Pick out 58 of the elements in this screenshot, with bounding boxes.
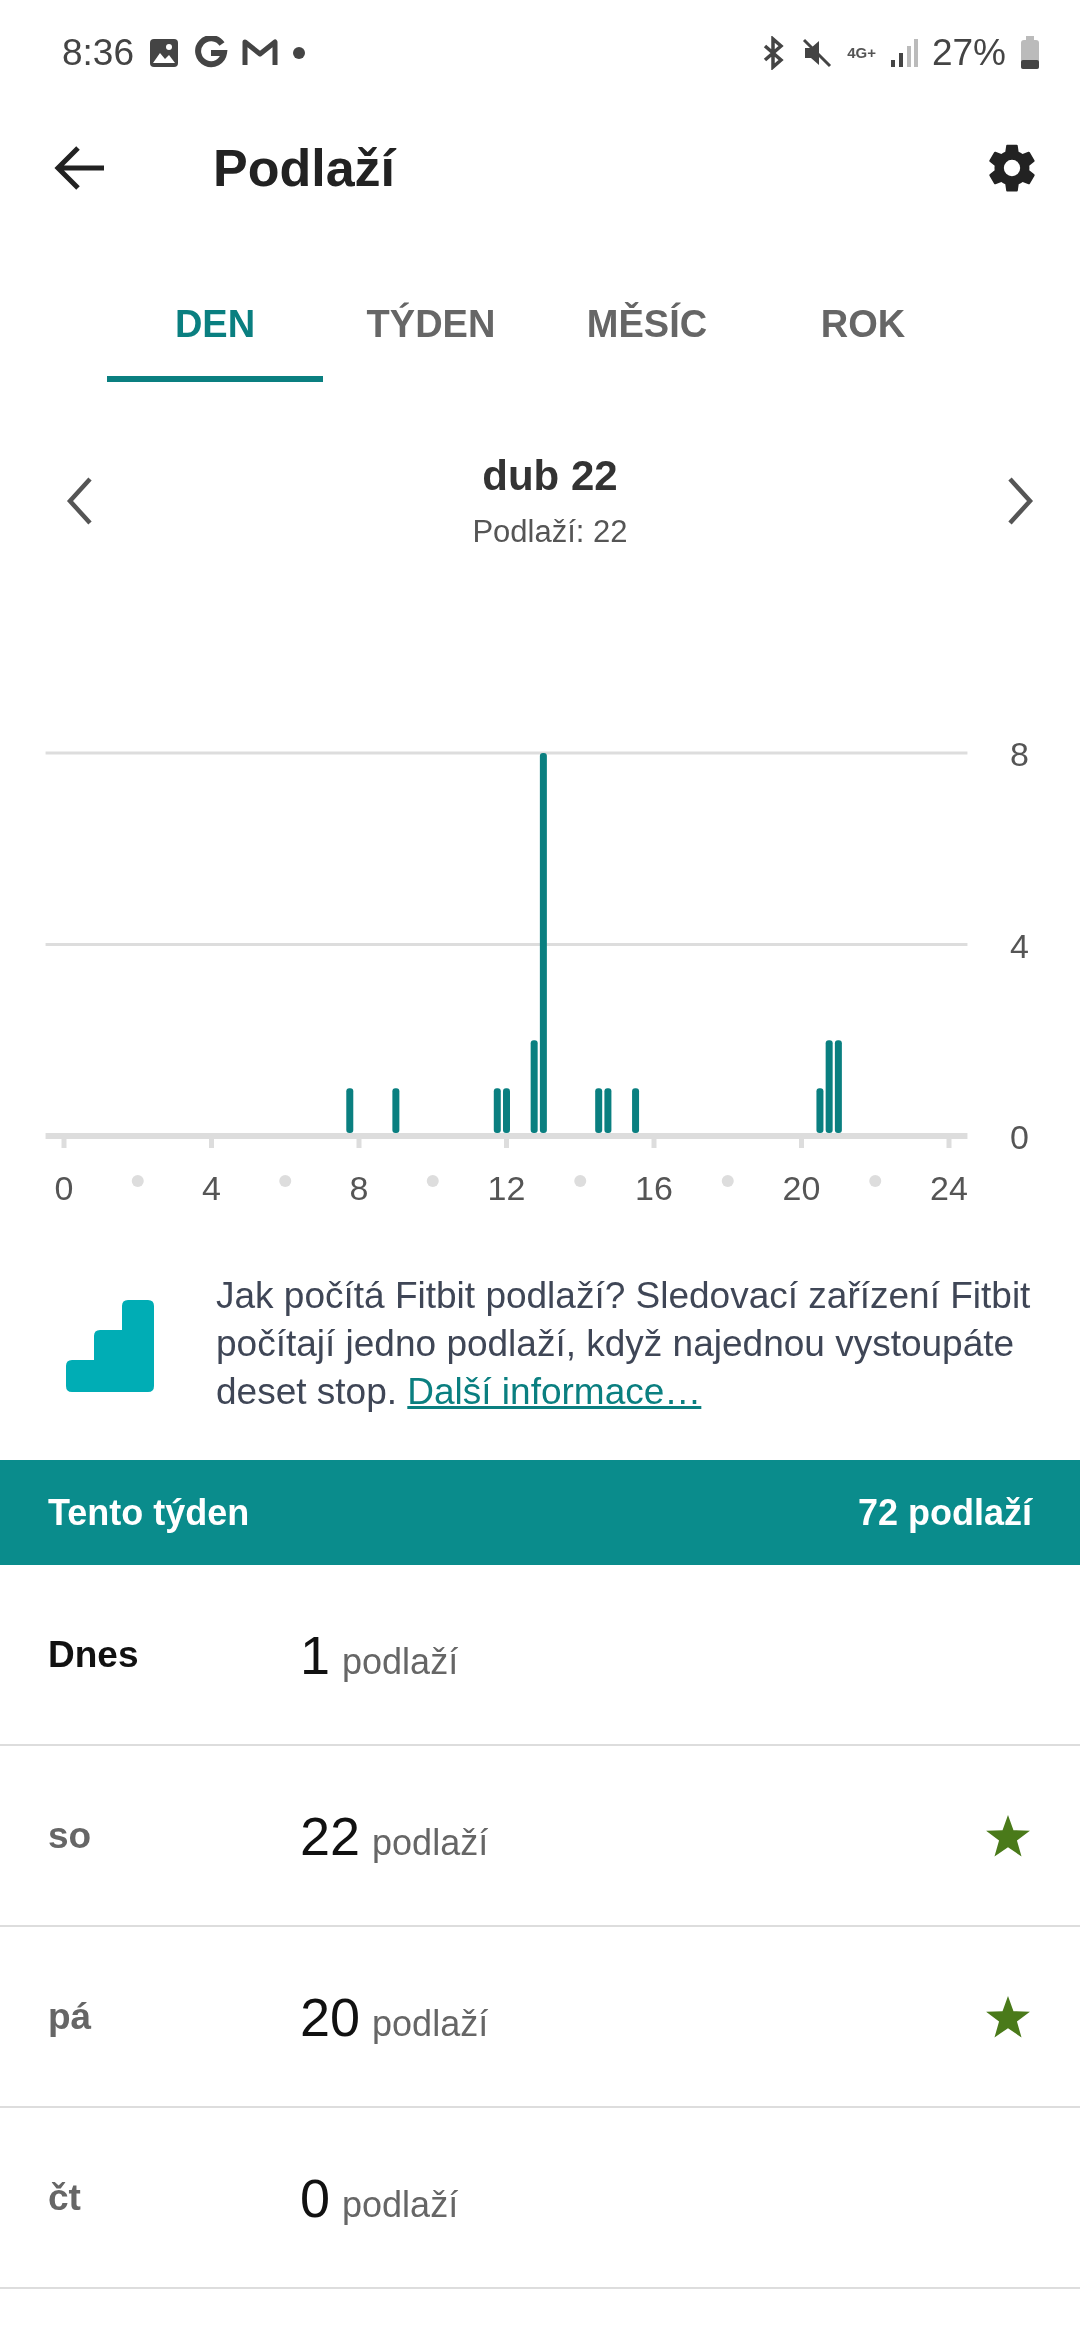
period-tab[interactable]: ROK [755, 272, 971, 382]
signal-icon [889, 37, 918, 68]
day-label: pá [48, 1995, 93, 2038]
chart-bar [392, 1088, 400, 1133]
y-axis-label: 8 [1010, 735, 1029, 773]
chart-bar [632, 1088, 640, 1133]
y-axis-label: 4 [1010, 926, 1029, 965]
selected-date: dub 22 [482, 452, 618, 500]
battery-icon [1020, 35, 1040, 70]
floors-count: 22 [300, 1804, 361, 1867]
floors-unit: podlaží [372, 2002, 489, 2045]
period-tab[interactable]: MĚSÍC [539, 272, 755, 382]
floors-count: 20 [300, 1985, 361, 2048]
tick-dot [574, 1175, 587, 1187]
more-info-link[interactable]: Další informace… [407, 1371, 702, 1412]
tick-dot [721, 1175, 734, 1187]
chart-bar [503, 1088, 510, 1133]
network-label: 4G+ [847, 45, 876, 60]
tick-dot [131, 1175, 144, 1187]
x-axis-label: 16 [635, 1169, 673, 1207]
chart-bar [493, 1088, 501, 1133]
day-row[interactable]: pá 20 podlaží [0, 1927, 1080, 2108]
day-row[interactable]: so 22 podlaží [0, 1746, 1080, 1927]
status-time: 8:36 [62, 31, 134, 74]
day-label: čt [48, 2176, 82, 2219]
tick-dot [279, 1175, 292, 1187]
week-total: 72 podlaží [857, 1491, 1032, 1534]
screen-title: Podlaží [213, 137, 398, 198]
x-axis-label: 12 [487, 1169, 526, 1207]
info-text: Jak počítá Fitbit podlaží? Sledovací zařízení Fitbit počítají jedno podlaží, když najednou vystoupáte deset stop. Další informace… [216, 1274, 1032, 1414]
tick-dot [869, 1175, 882, 1187]
gallery-icon [148, 36, 180, 69]
week-label: Tento týden [48, 1491, 250, 1534]
period-tab[interactable]: DEN [107, 272, 323, 382]
floors-count: 1 [300, 1623, 331, 1686]
chart-bar [346, 1088, 354, 1133]
tick-dot [426, 1175, 439, 1187]
x-axis-label: 4 [202, 1169, 221, 1207]
x-axis-label: 0 [54, 1169, 74, 1207]
day-label: Dnes [48, 1633, 140, 1676]
floors-unit: podlaží [342, 2183, 459, 2226]
day-label: so [48, 1814, 93, 1857]
mute-icon [801, 36, 834, 69]
y-axis-label: 0 [1010, 1118, 1029, 1156]
mail-icon [242, 37, 278, 68]
google-icon [194, 35, 228, 70]
x-axis-label: 8 [349, 1169, 369, 1207]
floors-unit: podlaží [342, 1640, 459, 1683]
x-axis-label: 24 [930, 1169, 968, 1207]
battery-percent: 27% [931, 31, 1006, 74]
day-row[interactable]: čt 0 podlaží [0, 2108, 1080, 2289]
notification-dot-icon [292, 45, 306, 60]
daily-summary: Podlaží: 22 [472, 514, 628, 550]
period-tab[interactable]: TÝDEN [323, 272, 539, 382]
day-row[interactable]: Dnes 1 podlaží [0, 1565, 1080, 1746]
x-axis-label: 20 [782, 1169, 821, 1207]
floors-count: 0 [300, 2166, 331, 2229]
floors-unit: podlaží [372, 1821, 489, 1864]
